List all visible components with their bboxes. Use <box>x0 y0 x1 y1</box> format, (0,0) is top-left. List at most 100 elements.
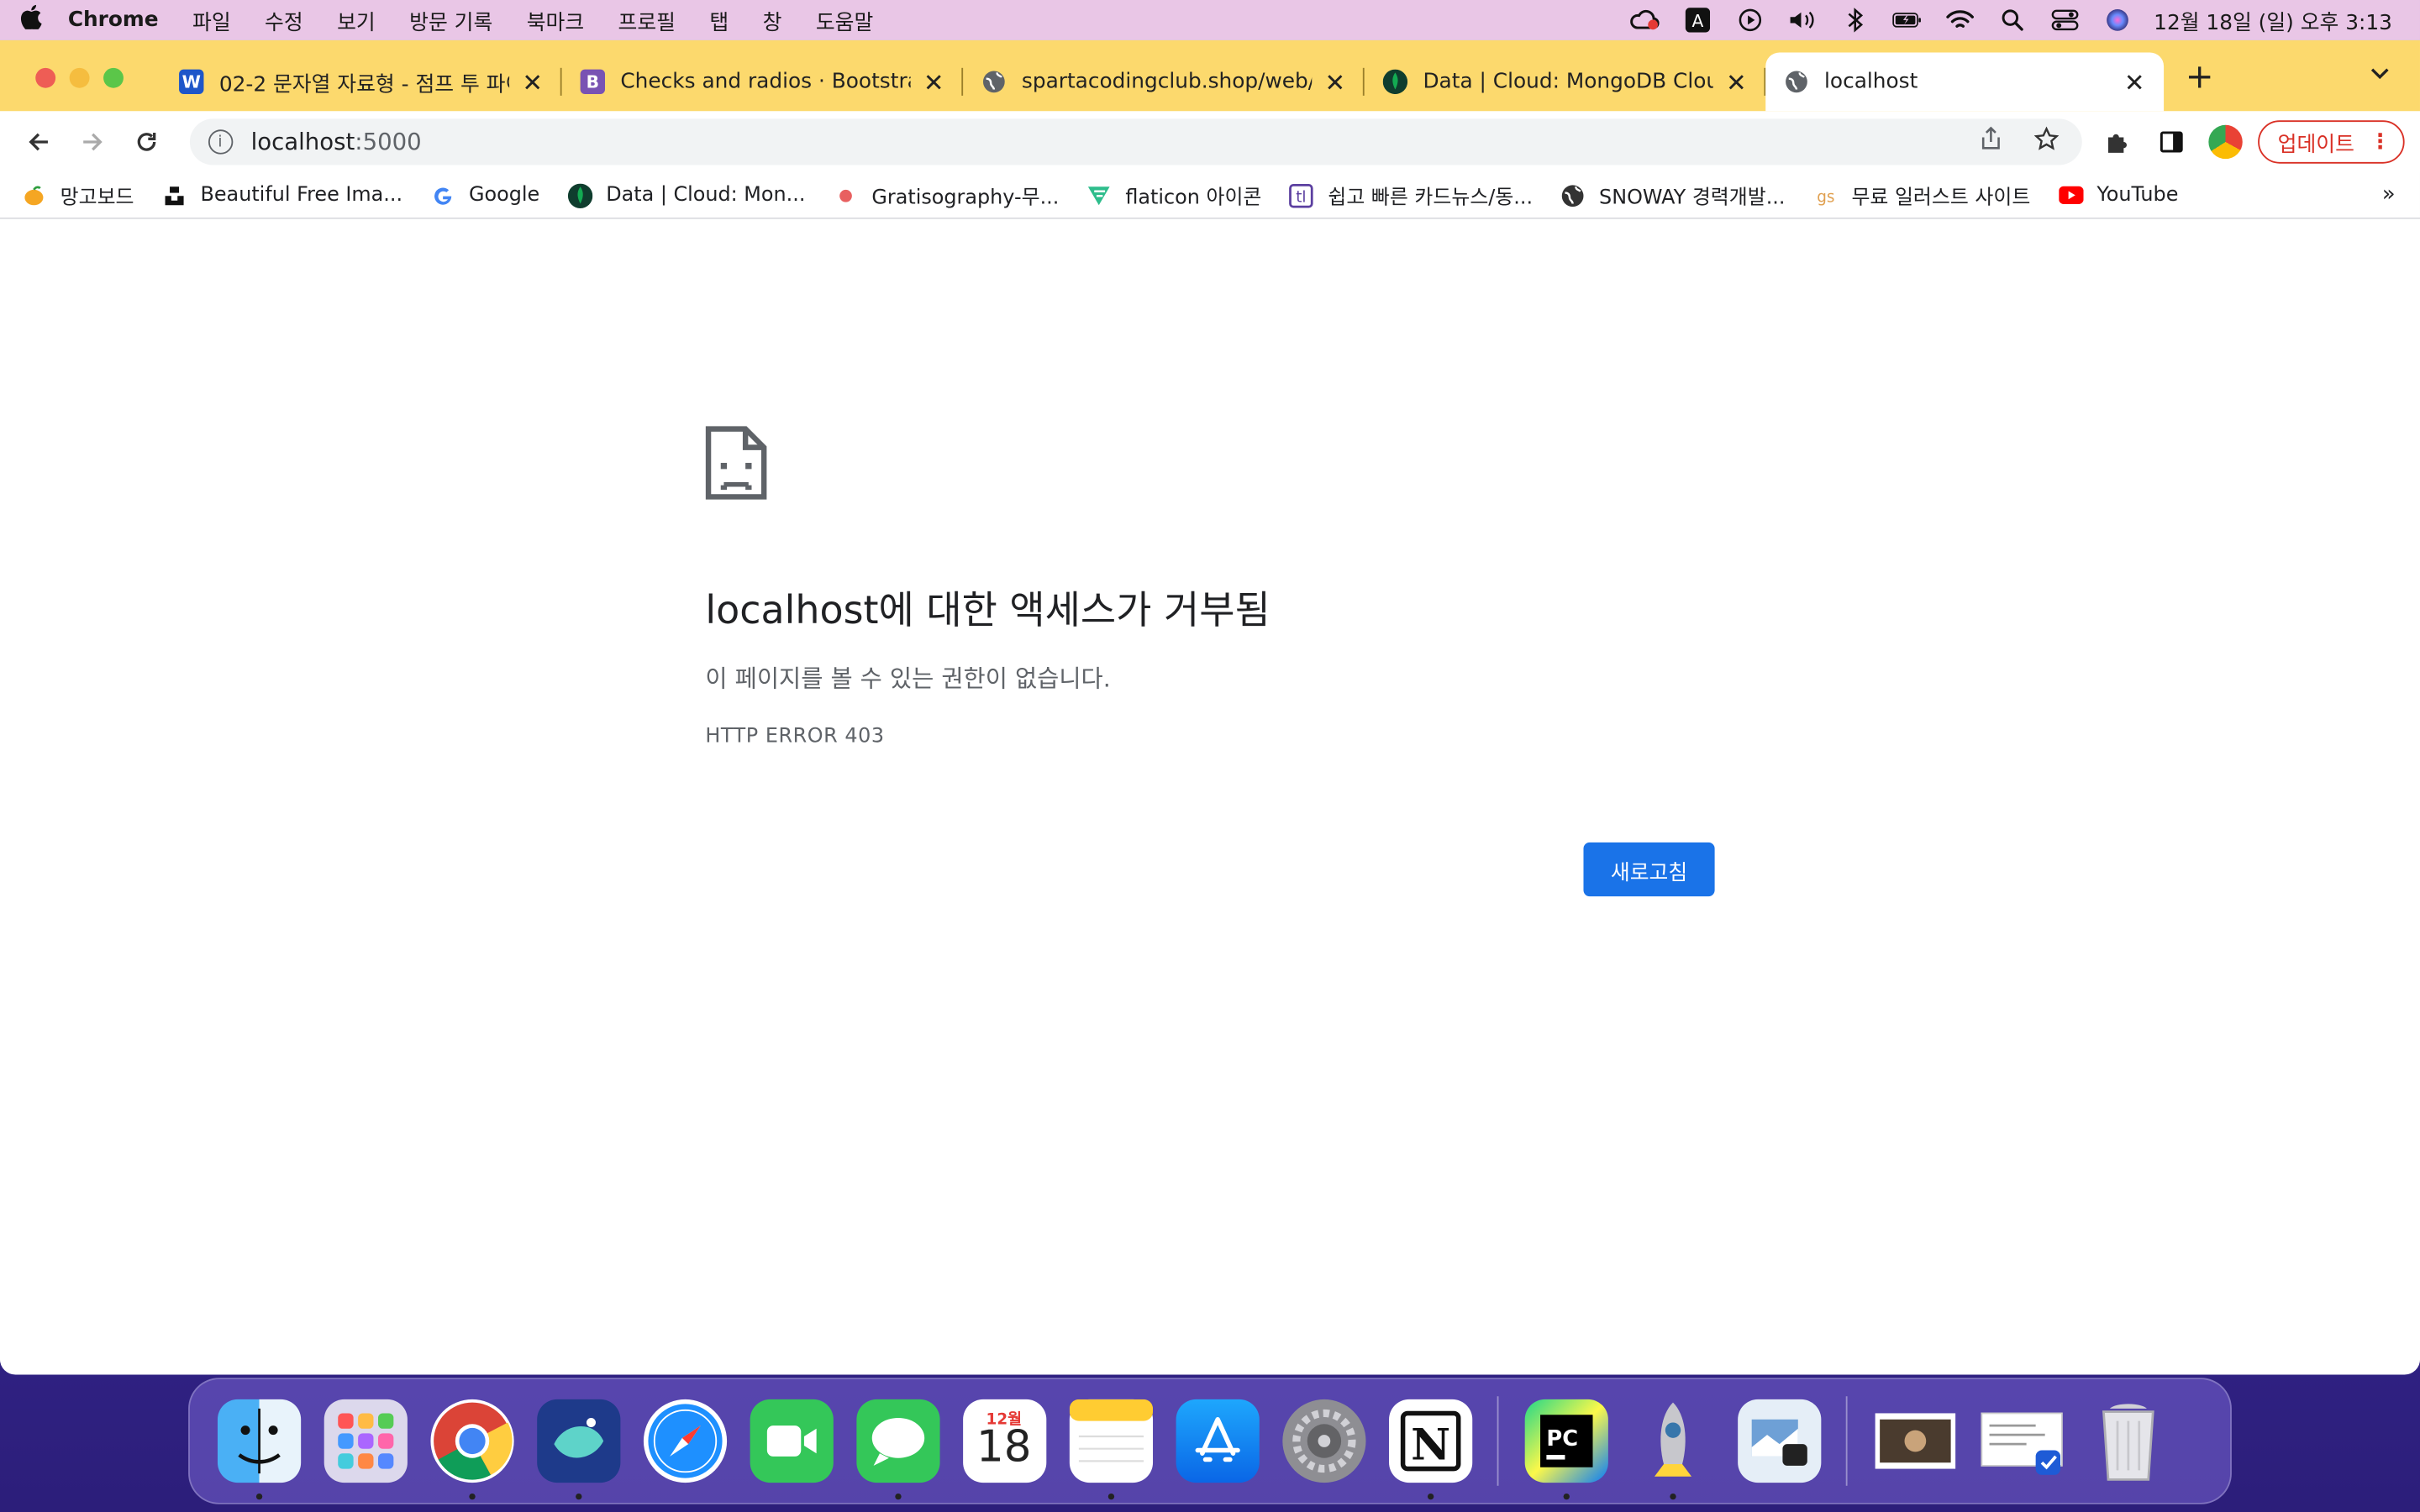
siri-icon[interactable] <box>2102 8 2133 32</box>
chrome-icon[interactable] <box>429 1399 513 1500</box>
tab-bootstrap[interactable]: B Checks and radios · Bootstrap v5.0 ✕ <box>562 52 964 111</box>
mango-icon <box>22 183 46 207</box>
running-indicator <box>255 1493 262 1500</box>
sad-page-icon <box>705 426 767 500</box>
minimized-window-thumbnail[interactable] <box>1873 1399 1956 1483</box>
url-host: localhost <box>250 128 355 156</box>
profile-avatar[interactable] <box>2208 124 2243 160</box>
menu-tab[interactable]: 탭 <box>692 5 745 35</box>
app-store-icon[interactable] <box>1175 1399 1259 1483</box>
menu-app-name[interactable]: Chrome <box>61 8 175 32</box>
bookmark-mongodb[interactable]: Data | Cloud: Mon... <box>567 182 806 208</box>
svg-text:tl: tl <box>1297 188 1307 206</box>
bookmark-youtube[interactable]: YouTube <box>2058 183 2178 207</box>
bookmark-star-icon[interactable] <box>2030 126 2064 158</box>
finder-icon[interactable] <box>217 1399 301 1500</box>
messages-icon[interactable] <box>855 1399 939 1500</box>
whale-browser-icon[interactable] <box>536 1399 620 1500</box>
bookmark-free-illustrations[interactable]: gs 무료 일러스트 사이트 <box>1813 181 2031 210</box>
update-label: 업데이트 <box>2277 132 2354 158</box>
bootstrap-favicon-icon: B <box>580 69 605 95</box>
volume-icon[interactable] <box>1786 8 1818 32</box>
wikidocs-favicon-icon: W <box>179 69 204 95</box>
side-panel-icon[interactable] <box>2150 120 2193 163</box>
desktop: Chrome 파일 수정 보기 방문 기록 북마크 프로필 탭 창 도움말 A <box>0 0 2420 1512</box>
update-button[interactable]: 업데이트 ⋮ <box>2257 120 2405 164</box>
window-zoom-button[interactable] <box>103 67 124 88</box>
system-preferences-icon[interactable] <box>1281 1399 1365 1483</box>
menu-edit[interactable]: 수정 <box>248 5 320 35</box>
trash-icon[interactable] <box>2086 1399 2169 1483</box>
tab-jump-to-python[interactable]: W 02-2 문자열 자료형 - 점프 투 파이썬 ✕ <box>160 52 562 111</box>
wifi-icon[interactable] <box>1944 8 1975 32</box>
menu-clock[interactable]: 12월 18일 (일) 오후 3:13 <box>2154 5 2392 35</box>
play-icon[interactable] <box>1734 8 1765 32</box>
extensions-puzzle-icon[interactable] <box>2095 120 2138 163</box>
facetime-icon[interactable] <box>749 1399 833 1483</box>
bookmark-snoway[interactable]: SNOWAY 경력개발... <box>1560 181 1785 210</box>
reload-page-button[interactable]: 새로고침 <box>1583 842 1715 897</box>
notion-icon[interactable]: N <box>1388 1399 1472 1500</box>
menu-help[interactable]: 도움말 <box>799 5 891 35</box>
flaticon-icon <box>1086 183 1111 207</box>
menu-view[interactable]: 보기 <box>320 5 392 35</box>
tab-mongodb[interactable]: Data | Cloud: MongoDB Cloud ✕ <box>1365 52 1766 111</box>
preview-icon[interactable] <box>1737 1399 1821 1483</box>
bookmark-google[interactable]: Google <box>430 183 539 207</box>
globe-icon <box>1784 70 1808 94</box>
apple-icon[interactable] <box>0 4 61 36</box>
new-tab-button[interactable]: + <box>2186 59 2214 97</box>
share-icon[interactable] <box>1974 126 2007 158</box>
unsplash-icon <box>162 183 187 207</box>
running-indicator <box>1669 1493 1676 1500</box>
address-bar[interactable]: i localhost:5000 <box>189 118 2083 165</box>
menu-history[interactable]: 방문 기록 <box>392 5 510 35</box>
bookmark-label: Data | Cloud: Mon... <box>606 183 806 207</box>
bookmark-label: 망고보드 <box>60 186 134 210</box>
safari-icon[interactable] <box>642 1399 727 1483</box>
bookmark-mangoboard[interactable]: 망고보드 <box>22 181 134 210</box>
globe-icon <box>1560 183 1585 207</box>
pycharm-icon[interactable]: PC <box>1523 1399 1607 1500</box>
tab-search-chevron-icon[interactable] <box>2369 61 2391 86</box>
bookmark-label: Google <box>469 183 540 207</box>
menu-file[interactable]: 파일 <box>176 5 248 35</box>
tab-close-icon[interactable]: ✕ <box>1723 67 1750 97</box>
bookmark-beautiful-free-images[interactable]: Beautiful Free Ima... <box>162 183 402 207</box>
bookmark-label: SNOWAY 경력개발... <box>1599 186 1786 210</box>
bookmark-card-news[interactable]: tl 쉽고 빠른 카드뉴스/동... <box>1289 181 1533 210</box>
calendar-icon[interactable]: 12월 18 <box>962 1399 1046 1483</box>
url-port: :5000 <box>355 128 422 156</box>
bluetooth-icon[interactable] <box>1839 8 1870 33</box>
minimized-document-thumbnail[interactable] <box>1980 1399 2063 1483</box>
bookmark-flaticon[interactable]: flaticon 아이콘 <box>1086 181 1261 210</box>
tab-close-icon[interactable]: ✕ <box>518 67 546 97</box>
launchpad-icon[interactable] <box>323 1399 407 1483</box>
tab-spartacodingclub[interactable]: spartacodingclub.shop/web/api ✕ <box>963 52 1365 111</box>
forward-button[interactable] <box>69 118 115 165</box>
tab-close-icon[interactable]: ✕ <box>1321 67 1349 97</box>
spotlight-icon[interactable] <box>1996 8 2028 32</box>
creative-cloud-icon[interactable] <box>1629 8 1660 32</box>
menu-profiles[interactable]: 프로필 <box>601 5 692 35</box>
url-text[interactable]: localhost:5000 <box>251 128 1953 155</box>
bookmarks-overflow-icon[interactable]: » <box>2382 182 2396 207</box>
window-close-button[interactable] <box>35 67 56 88</box>
bookmark-gratisography[interactable]: Gratisography-무... <box>833 181 1059 210</box>
tab-close-icon[interactable]: ✕ <box>920 67 948 97</box>
running-indicator <box>575 1493 581 1500</box>
python-launcher-icon[interactable] <box>1631 1399 1714 1500</box>
tab-close-icon[interactable]: ✕ <box>2121 67 2149 97</box>
control-center-icon[interactable] <box>2049 8 2080 32</box>
tab-localhost[interactable]: localhost ✕ <box>1765 52 2165 112</box>
notes-icon[interactable] <box>1068 1399 1153 1500</box>
input-source-icon[interactable]: A <box>1681 8 1712 33</box>
menu-window[interactable]: 창 <box>745 5 798 35</box>
reload-button[interactable] <box>123 118 169 165</box>
menu-bookmarks[interactable]: 북마크 <box>509 5 601 35</box>
running-indicator <box>1562 1493 1570 1500</box>
window-minimize-button[interactable] <box>69 67 90 88</box>
site-info-icon[interactable]: i <box>208 129 233 155</box>
back-button[interactable] <box>15 118 61 165</box>
battery-icon[interactable] <box>1891 8 1923 32</box>
